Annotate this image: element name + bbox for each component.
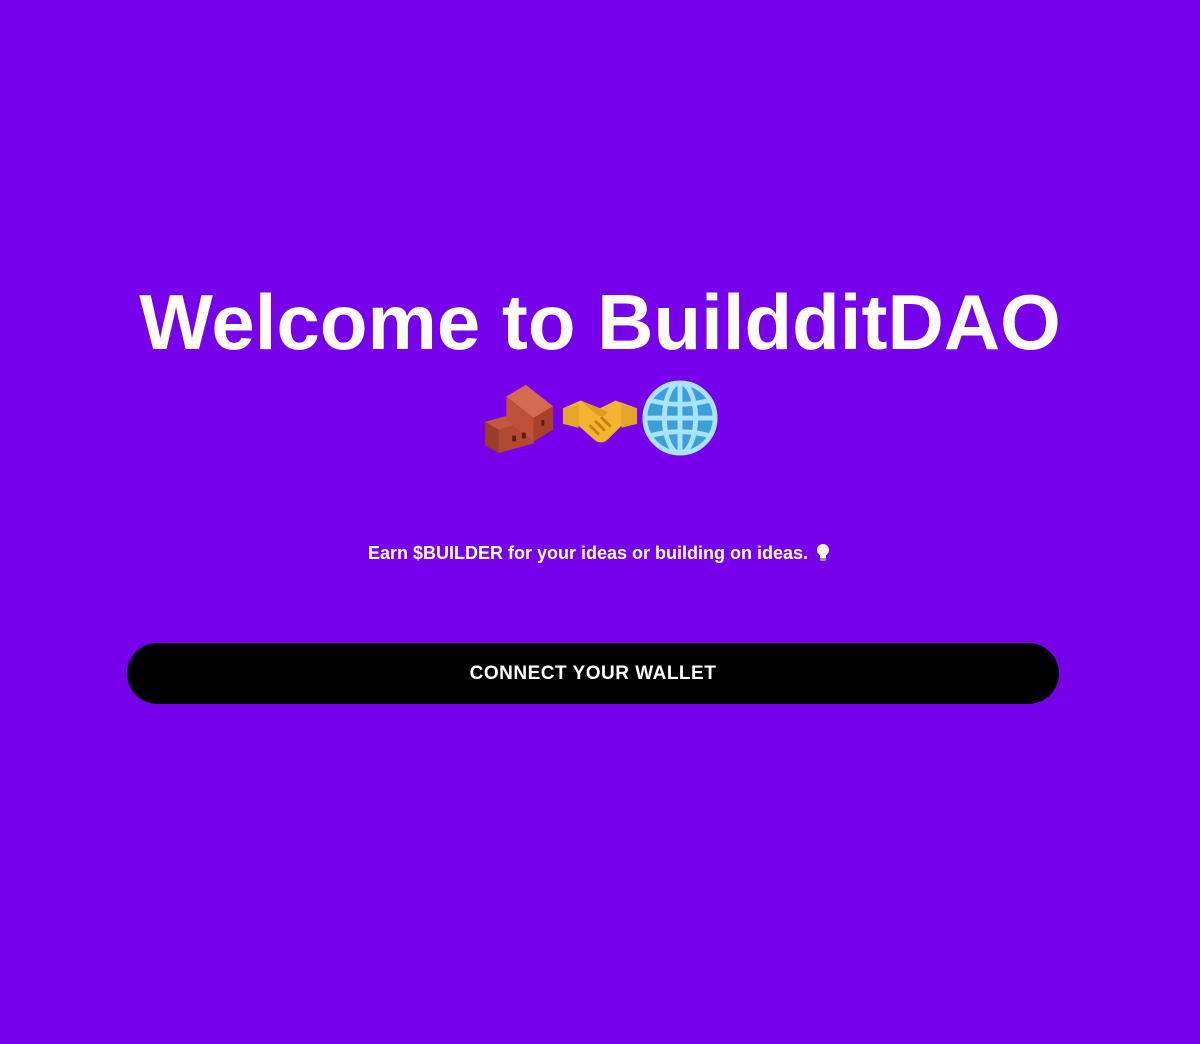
handshake-icon [561,379,639,457]
connect-wallet-button[interactable]: CONNECT YOUR WALLET [127,643,1059,704]
lightbulb-icon [814,543,832,563]
page-title: Welcome to BuildditDAO [139,278,1061,366]
hero-emoji-row [0,378,1200,458]
landing-page: Welcome to BuildditDAO Earn $BUILDER for… [0,0,1200,1044]
hero-subtitle: Earn $BUILDER for your ideas or building… [0,540,1200,566]
subtitle-text: Earn $BUILDER for your ideas or building… [367,543,809,563]
globe-icon [641,379,719,457]
brick-icon [481,379,559,457]
